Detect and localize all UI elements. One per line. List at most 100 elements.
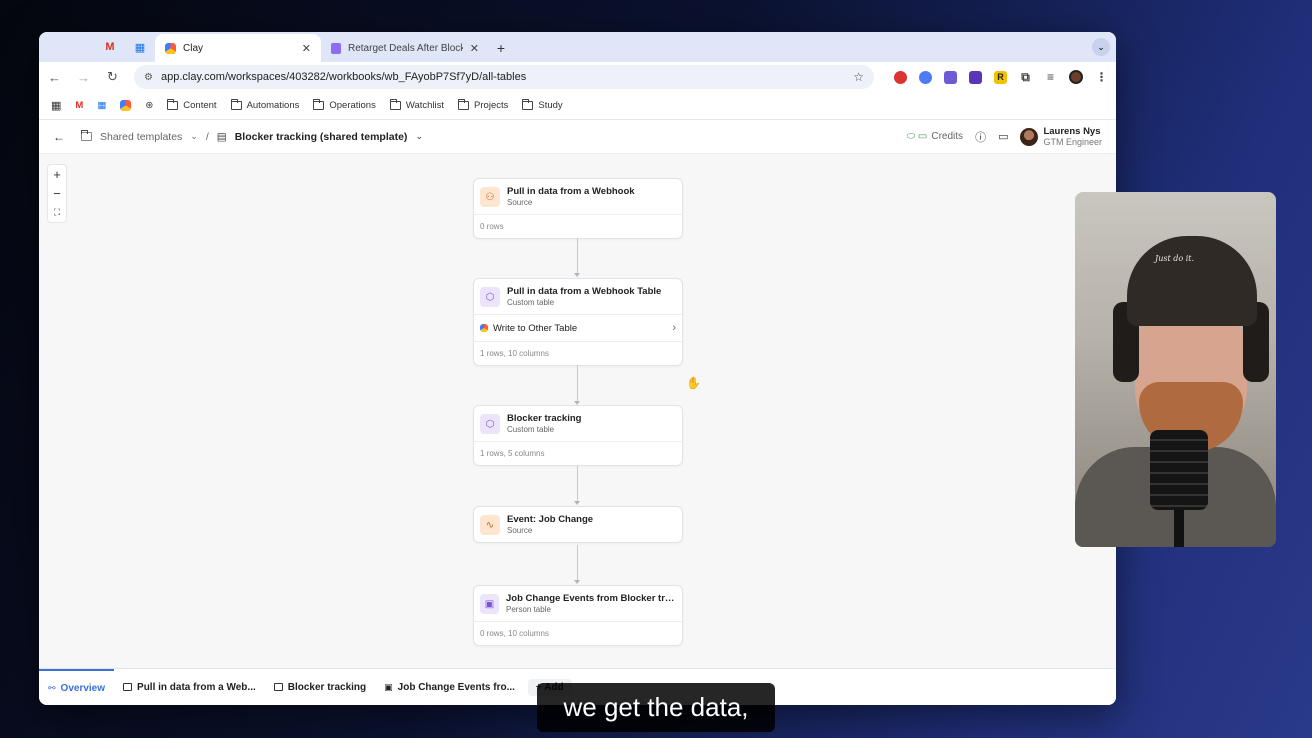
- gmail-bookmark-icon[interactable]: M: [75, 100, 83, 111]
- chevron-down-icon[interactable]: ⌄: [415, 131, 423, 142]
- cap-text: Just do it.: [1155, 254, 1195, 263]
- tab-label: Blocker tracking: [287, 681, 367, 693]
- tab-blocker-tracking[interactable]: Blocker tracking: [265, 669, 375, 706]
- microphone-icon: [1150, 430, 1208, 510]
- help-icon[interactable]: ⓘ: [975, 129, 986, 145]
- user-role: GTM Engineer: [1043, 136, 1102, 147]
- bookmark-folder-watchlist[interactable]: Watchlist: [389, 99, 444, 111]
- breadcrumb-parent[interactable]: Shared templates: [100, 131, 182, 143]
- folder-icon: [230, 99, 242, 110]
- zoom-controls: + − ⛶: [47, 164, 67, 223]
- node-title: Blocker tracking: [507, 413, 582, 424]
- calendar-pinned-tab[interactable]: ▦: [125, 32, 155, 62]
- gmail-pinned-tab[interactable]: M: [95, 32, 125, 62]
- webhook-icon: ⚇: [480, 187, 500, 207]
- browser-window: M ▦ Clay ✕ Retarget Deals After Blocker …: [39, 32, 1116, 705]
- workflow-canvas[interactable]: + − ⛶ ⚇ Pull in data from a Webhook Sour…: [39, 154, 1116, 668]
- bookmark-folder-operations[interactable]: Operations: [313, 99, 376, 111]
- tab-strip: M ▦ Clay ✕ Retarget Deals After Blocker …: [39, 32, 1116, 62]
- folder-icon: [389, 99, 401, 110]
- credits-icon: ⬭ ▭: [906, 131, 928, 142]
- node-header: ⚇ Pull in data from a Webhook Source: [474, 179, 682, 215]
- node-title: Pull in data from a Webhook: [507, 186, 635, 197]
- openai-bookmark-icon[interactable]: ⊛: [145, 100, 153, 111]
- bookmark-folder-projects[interactable]: Projects: [458, 99, 508, 111]
- user-menu[interactable]: Laurens Nys GTM Engineer: [1020, 126, 1102, 148]
- node-webhook-table[interactable]: ⬡ Pull in data from a Webhook Table Cust…: [473, 278, 683, 366]
- profile-avatar[interactable]: [1069, 70, 1083, 84]
- url-text[interactable]: app.clay.com/workspaces/403282/workbooks…: [161, 71, 845, 83]
- close-tab-icon[interactable]: ✕: [302, 42, 311, 55]
- avatar: [1020, 127, 1039, 146]
- node-blocker-tracking[interactable]: ⬡ Blocker tracking Custom table 1 rows, …: [473, 405, 683, 466]
- new-tab-button[interactable]: +: [489, 34, 513, 62]
- tab-pull-in-data[interactable]: Pull in data from a Web...: [114, 669, 265, 706]
- connector-line: [574, 365, 580, 405]
- chevron-right-icon: ›: [672, 322, 676, 334]
- node-header: ∿ Event: Job Change Source: [474, 507, 682, 542]
- address-bar[interactable]: ⚙ app.clay.com/workspaces/403282/workboo…: [134, 65, 874, 89]
- fit-view-button[interactable]: ⛶: [54, 203, 60, 222]
- node-header: ⬡ Pull in data from a Webhook Table Cust…: [474, 279, 682, 315]
- bookmark-label: Automations: [246, 100, 300, 111]
- node-webhook-source[interactable]: ⚇ Pull in data from a Webhook Source 0 r…: [473, 178, 683, 239]
- tab-clay[interactable]: Clay ✕: [155, 34, 321, 62]
- folder-icon: [522, 99, 534, 110]
- calendar-bookmark-icon[interactable]: ▦: [97, 100, 106, 111]
- close-tab-icon[interactable]: ✕: [470, 42, 479, 55]
- chevron-down-icon[interactable]: ⌄: [190, 131, 198, 142]
- clay-bookmark-icon[interactable]: [120, 100, 132, 111]
- tab-job-change-events[interactable]: ▣ Job Change Events fro...: [375, 669, 524, 706]
- bookmark-folder-automations[interactable]: Automations: [230, 99, 300, 111]
- node-job-change-events[interactable]: ▣ Job Change Events from Blocker tra... …: [473, 585, 683, 646]
- pokeball-extension-icon[interactable]: [894, 70, 907, 84]
- zoom-in-button[interactable]: +: [53, 165, 61, 184]
- grid-extension-icon[interactable]: [944, 70, 957, 84]
- node-subtitle: Source: [507, 526, 533, 535]
- cube-icon: ⬡: [480, 287, 500, 307]
- tab-label: Job Change Events fro...: [397, 681, 515, 693]
- media-control-icon[interactable]: ≡: [1044, 70, 1057, 84]
- puzzle-extension-icon[interactable]: ⧉: [1019, 70, 1032, 84]
- node-title: Event: Job Change: [507, 514, 594, 525]
- browser-menu-icon[interactable]: ⋮: [1095, 70, 1108, 84]
- tab-search-icon[interactable]: ⌄: [1092, 38, 1110, 56]
- bookmark-folder-study[interactable]: Study: [522, 99, 563, 111]
- zoom-out-button[interactable]: −: [53, 184, 61, 203]
- webcam-video: Just do it.: [1075, 192, 1276, 547]
- r-extension-icon[interactable]: R: [994, 70, 1007, 84]
- tab-overview[interactable]: ⚯ Overview: [39, 668, 115, 706]
- action-label: Write to Other Table: [493, 322, 578, 334]
- node-event-job-change[interactable]: ∿ Event: Job Change Source: [473, 506, 683, 543]
- bookmark-label: Study: [538, 100, 563, 111]
- back-arrow-icon[interactable]: ←: [53, 130, 65, 144]
- person-table-icon: ▣: [480, 594, 499, 614]
- node-header: ⬡ Blocker tracking Custom table: [474, 406, 682, 442]
- page-title[interactable]: Blocker tracking (shared template): [235, 131, 408, 143]
- bookmark-star-icon[interactable]: ☆: [853, 70, 864, 84]
- template-favicon-icon: [331, 42, 341, 54]
- credits-button[interactable]: ⬭ ▭ Credits: [907, 131, 963, 142]
- bookmark-folder-content[interactable]: Content: [167, 99, 217, 111]
- folder-icon: [81, 130, 92, 141]
- apps-grid-icon[interactable]: ▦: [51, 99, 61, 112]
- forward-icon[interactable]: →: [76, 70, 91, 85]
- app-header: ← Shared templates ⌄ / ▤ Blocker trackin…: [39, 120, 1116, 154]
- folder-icon: [458, 99, 470, 110]
- site-settings-icon[interactable]: ⚙: [144, 72, 153, 83]
- clay-icon: [480, 324, 488, 332]
- cap-extension-icon[interactable]: [969, 70, 982, 84]
- reload-icon[interactable]: ↻: [105, 69, 120, 85]
- browser-toolbar: ← → ↻ ⚙ app.clay.com/workspaces/403282/w…: [39, 62, 1116, 92]
- header-actions: ⬭ ▭ Credits ⓘ ▭ Laurens Nys GTM Engineer: [907, 126, 1102, 148]
- archive-icon[interactable]: ▭: [998, 130, 1008, 143]
- tab-label: Overview: [60, 682, 106, 694]
- circle-extension-icon[interactable]: [919, 70, 932, 84]
- node-footer: 1 rows, 5 columns: [480, 449, 545, 458]
- tab-retarget[interactable]: Retarget Deals After Blocker ✕: [321, 34, 489, 62]
- extensions: R ⧉ ≡ ⋮: [894, 70, 1108, 84]
- breadcrumb-separator: /: [205, 130, 209, 143]
- write-to-other-table-action[interactable]: Write to Other Table ›: [474, 315, 682, 342]
- folder-icon: [167, 99, 179, 110]
- back-icon[interactable]: ←: [47, 70, 62, 85]
